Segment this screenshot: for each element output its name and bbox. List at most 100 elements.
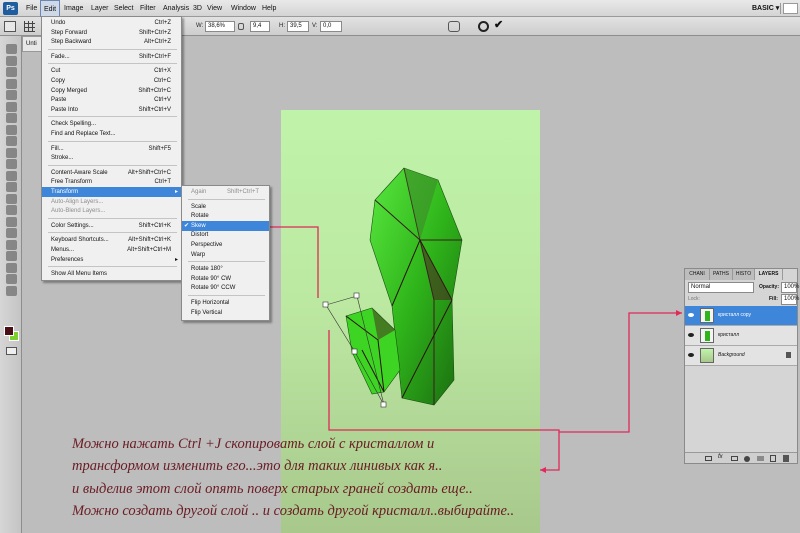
layer-name[interactable]: Background [718, 352, 745, 358]
menu-item-skew[interactable]: ✔ Skew [182, 220, 269, 231]
new-layer-icon[interactable] [770, 455, 776, 462]
menu-item-fill[interactable]: Fill... Shift+F5 [42, 144, 181, 154]
menu-item-shortcut: Shift+Ctrl+F [138, 53, 171, 60]
menu-item-paste[interactable]: Paste Ctrl+V [42, 95, 181, 105]
foreground-color-swatch[interactable] [4, 326, 14, 336]
menu-item-undo[interactable]: Undo Ctrl+Z [42, 18, 181, 28]
menu-item-label: Auto-Blend Layers... [51, 208, 106, 215]
menu-item-rotate-90-cw[interactable]: Rotate 90° CW [182, 274, 269, 284]
menu-item-fade[interactable]: Fade... Shift+Ctrl+F [42, 52, 181, 62]
menu-item-rotate-180[interactable]: Rotate 180° [182, 264, 269, 274]
menu-item-label: Step Forward [51, 29, 88, 36]
menu-item-label: Rotate 90° CCW [191, 285, 236, 292]
menu-item-color-settings[interactable]: Color Settings... Shift+Ctrl+K [42, 221, 181, 231]
menu-item-step-backward[interactable]: Step Backward Alt+Ctrl+Z [42, 37, 181, 47]
menu-item-copy-merged[interactable]: Copy Merged Shift+Ctrl+C [42, 86, 181, 96]
menu-item-again[interactable]: Again Shift+Ctrl+T [182, 187, 269, 197]
menu-item-auto-blend-layers[interactable]: Auto-Blend Layers... [42, 206, 181, 216]
menu-item-warp[interactable]: Warp [182, 250, 269, 260]
menu-item-shortcut: Shift+Ctrl+V [138, 106, 171, 113]
transform-handle [322, 301, 329, 308]
fx-icon[interactable]: fx [718, 454, 723, 460]
menu-item-shortcut: Shift+Ctrl+K [138, 222, 171, 229]
transform-submenu: Again Shift+Ctrl+T Scale Rotate ✔ Skew Distort… [181, 185, 270, 321]
menu-item-label: Keyboard Shortcuts... [51, 237, 109, 244]
annotation-line-3: и выделив этот слой опять поверх старых … [72, 481, 473, 497]
menu-item-label: Transform [51, 189, 79, 195]
menu-separator [48, 232, 177, 234]
menu-item-check-spelling[interactable]: Check Spelling... [42, 119, 181, 129]
annotation-line-1: Можно нажать Ctrl +J скопировать слой с … [72, 436, 435, 452]
menu-item-auto-align-layers[interactable]: Auto-Align Layers... [42, 197, 181, 207]
panel-tab-chani[interactable]: CHANI [685, 269, 710, 280]
annotation-arrow [559, 312, 682, 433]
menu-item-content-aware-scale[interactable]: Content-Aware Scale Alt+Shift+Ctrl+C [42, 168, 181, 178]
menu-item-label: Menus... [51, 247, 75, 253]
layer-name[interactable]: кристалл copy [718, 312, 751, 318]
eye-icon[interactable] [688, 313, 694, 317]
submenu-arrow-icon: ▸ [174, 256, 178, 263]
menu-item-distort[interactable]: Distort [182, 230, 269, 240]
link-layers-icon[interactable] [705, 456, 712, 461]
edit-menu: Undo Ctrl+Z Step Forward Shift+Ctrl+Z Step B… [41, 16, 182, 281]
menu-item-shortcut: Shift+F5 [148, 145, 171, 152]
adjustment-icon[interactable] [744, 456, 750, 462]
mask-icon[interactable] [731, 456, 738, 461]
menu-item-transform[interactable]: Transform ▸ [42, 187, 181, 197]
menu-item-shortcut: Alt+Shift+Ctrl+K [128, 237, 171, 244]
menu-item-scale[interactable]: Scale [182, 202, 269, 212]
menu-item-label: Skew [191, 222, 206, 229]
menu-item-label: Step Backward [51, 39, 92, 46]
menu-item-free-transform[interactable]: Free Transform Ctrl+T [42, 177, 181, 187]
menu-separator [188, 295, 265, 296]
menu-separator [48, 140, 177, 142]
trash-icon[interactable] [783, 455, 789, 462]
group-icon[interactable] [757, 456, 764, 461]
menu-item-label: Color Settings... [51, 222, 94, 229]
menu-item-cut[interactable]: Cut Ctrl+X [42, 66, 181, 76]
menu-item-copy[interactable]: Copy Ctrl+C [42, 76, 181, 86]
check-icon: ✔ [184, 222, 190, 229]
panel-tab-histo[interactable]: HISTO [733, 269, 755, 280]
menu-item-label: Again [191, 189, 207, 195]
eye-icon[interactable] [688, 333, 694, 337]
menu-item-label: Rotate [191, 213, 209, 220]
crystal-thumb-icon [705, 331, 710, 341]
menu-item-label: Flip Vertical [191, 309, 223, 316]
menu-item-preferences[interactable]: Preferences ▸ [42, 255, 181, 265]
menu-item-step-forward[interactable]: Step Forward Shift+Ctrl+Z [42, 28, 181, 38]
panel-tab-layers[interactable]: LAYERS [755, 269, 783, 280]
menu-item-stroke[interactable]: Stroke... [42, 153, 181, 163]
menu-item-label: Show All Menu Items [51, 271, 108, 278]
menu-item-label: Paste [51, 97, 67, 104]
menu-item-label: Free Transform [51, 179, 93, 186]
menu-item-rotate-90-ccw[interactable]: Rotate 90° CCW [182, 283, 269, 293]
menu-item-shortcut: Ctrl+V [154, 97, 171, 104]
menu-item-label: Content-Aware Scale [51, 169, 108, 176]
layer-thumbnail [700, 308, 714, 323]
menu-item-perspective[interactable]: Perspective [182, 240, 269, 250]
fill-field[interactable]: 100% [781, 294, 799, 305]
annotation-line-2: трансформом изменить его...это для таких… [72, 458, 443, 474]
crystal-thumb-icon [705, 311, 710, 321]
layer-thumbnail [700, 348, 714, 363]
menu-separator [48, 63, 177, 65]
menu-item-find-and-replace-text[interactable]: Find and Replace Text... [42, 129, 181, 139]
menu-item-rotate[interactable]: Rotate [182, 211, 269, 221]
layer-row[interactable]: Background [685, 346, 797, 366]
transform-handle [353, 292, 360, 299]
menu-item-paste-into[interactable]: Paste Into Shift+Ctrl+V [42, 105, 181, 115]
menu-item-flip-vertical[interactable]: Flip Vertical [182, 308, 269, 318]
menu-item-flip-horizontal[interactable]: Flip Horizontal [182, 298, 269, 308]
panel-tab-paths[interactable]: PATHS [710, 269, 733, 280]
layer-name[interactable]: кристалл [718, 332, 739, 338]
layer-row[interactable]: кристалл [685, 326, 797, 346]
layer-row[interactable]: кристалл copy [685, 306, 797, 326]
lock-icon [786, 352, 791, 358]
menu-item-menus[interactable]: Menus... Alt+Shift+Ctrl+M [42, 245, 181, 255]
eye-icon[interactable] [688, 353, 694, 357]
blend-mode-select[interactable]: Normal [688, 282, 754, 293]
opacity-field[interactable]: 100% [781, 282, 799, 293]
menu-item-keyboard-shortcuts[interactable]: Keyboard Shortcuts... Alt+Shift+Ctrl+K [42, 235, 181, 245]
menu-item-show-all-menu-items[interactable]: Show All Menu Items [42, 269, 181, 279]
